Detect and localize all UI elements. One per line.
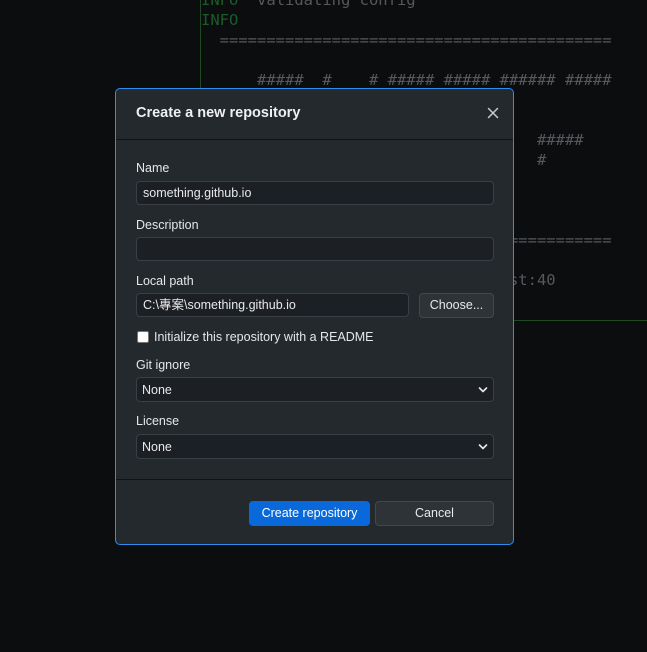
chevron-down-icon [478, 444, 488, 450]
name-label: Name [136, 161, 170, 175]
description-input[interactable] [136, 237, 494, 261]
chevron-down-icon [478, 387, 488, 393]
dialog-header: Create a new repository [116, 89, 513, 140]
local-path-input[interactable]: C:\專案\something.github.io [136, 293, 409, 317]
local-path-label: Local path [136, 274, 194, 288]
create-repository-dialog: Create a new repository Name something.g… [115, 88, 514, 545]
close-icon [487, 107, 499, 119]
create-repository-button[interactable]: Create repository [249, 501, 370, 526]
name-input[interactable]: something.github.io [136, 181, 494, 205]
dialog-title: Create a new repository [136, 105, 301, 121]
gitignore-selected-value: None [142, 383, 172, 397]
gitignore-select[interactable]: None [136, 377, 494, 402]
gitignore-label: Git ignore [136, 358, 191, 372]
cancel-button[interactable]: Cancel [375, 501, 494, 526]
license-selected-value: None [142, 440, 172, 454]
close-button[interactable] [485, 105, 501, 121]
license-select[interactable]: None [136, 434, 494, 459]
description-label: Description [136, 218, 199, 232]
choose-path-button[interactable]: Choose... [419, 293, 494, 318]
footer-divider [116, 479, 512, 480]
readme-checkbox[interactable] [137, 331, 149, 343]
modal-overlay: Create a new repository Name something.g… [0, 0, 647, 652]
license-label: License [136, 414, 180, 428]
readme-checkbox-label: Initialize this repository with a README [154, 330, 374, 344]
